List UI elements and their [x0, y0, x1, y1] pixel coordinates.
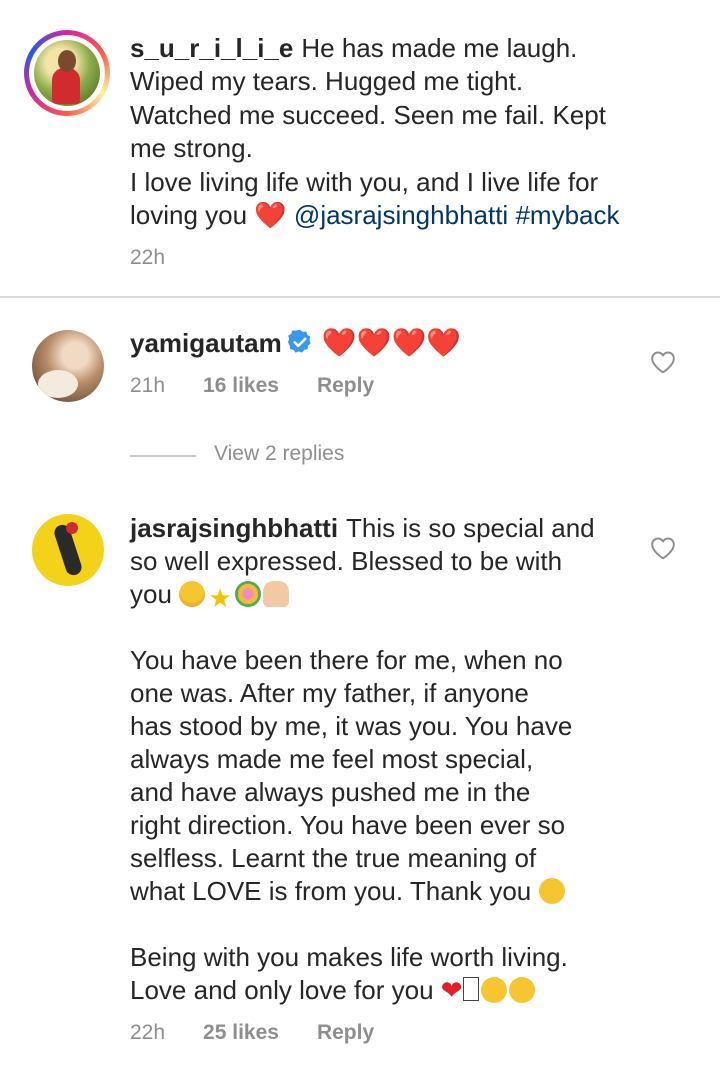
star-emoji: ★ [208, 583, 232, 613]
comment-line: Being with you makes life worth living. [130, 942, 568, 972]
comment-line: selfless. Learnt the true meaning of [130, 843, 537, 873]
avatar[interactable] [32, 514, 104, 586]
folded-hands-emoji [263, 581, 290, 607]
star-struck-emoji [480, 977, 507, 1003]
caption-line: Watched me succeed. Seen me fail. Kept [130, 100, 606, 130]
caption-line: Wiped my tears. Hugged me tight. [130, 66, 524, 96]
caption-line: loving you ❤️ @jasrajsinghbhatti #myback [130, 200, 620, 230]
likes-count[interactable]: 16 likes [203, 374, 279, 397]
caption-timestamp: 22h [130, 246, 166, 269]
verified-badge-icon [287, 329, 311, 353]
comment-username[interactable]: jasrajsinghbhatti [130, 513, 338, 543]
smiling-halo-emoji [179, 581, 206, 607]
comment-line: so well expressed. Blessed to be with [130, 546, 563, 576]
avatar[interactable] [32, 330, 104, 402]
comment-meta: 21h 16 likes Reply [130, 374, 412, 398]
comment-timestamp: 22h [130, 1021, 166, 1044]
reply-button[interactable]: Reply [317, 374, 374, 397]
reply-button[interactable]: Reply [317, 1021, 374, 1044]
heart-emoji: ❤ [440, 975, 463, 1005]
comment-line: jasrajsinghbhatti This is so special and [130, 513, 595, 543]
comment-text: ❤️❤️❤️❤️ [321, 327, 462, 358]
comment-line: and have always pushed me in the [130, 777, 531, 807]
comment-meta: 22h 25 likes Reply [130, 1021, 412, 1045]
comment-line: what LOVE is from you. Thank you [130, 875, 567, 908]
comment-line: right direction. You have been ever so [130, 810, 566, 840]
kissing-face-emoji [538, 878, 565, 904]
caption-line: I love living life with you, and I live … [130, 167, 599, 197]
caption-username[interactable]: s_u_r_i_l_i_e [130, 33, 293, 63]
comment-line: You have been there for me, when no [130, 645, 563, 675]
heart-outline-icon[interactable] [650, 350, 676, 374]
view-replies-button[interactable]: View 2 replies [214, 442, 344, 466]
hugging-face-emoji [508, 977, 535, 1003]
caption-line: s_u_r_i_l_i_e He has made me laugh. [130, 33, 578, 63]
replies-divider [130, 455, 196, 457]
comment-line: you ★ [130, 578, 291, 611]
heart-emoji: ❤️ [254, 200, 287, 230]
comment-line: yamigautam ❤️❤️❤️❤️ [130, 326, 461, 360]
comment-timestamp: 21h [130, 374, 166, 397]
avatar[interactable] [34, 40, 100, 106]
likes-count[interactable]: 25 likes [203, 1021, 279, 1044]
bouquet-emoji [235, 581, 262, 607]
mention-link[interactable]: @jasrajsinghbhatti [294, 200, 508, 230]
post-caption: s_u_r_i_l_i_e He has made me laugh. Wiped… [0, 0, 720, 296]
comment-line: always made me feel most special, [130, 744, 534, 774]
comment-line: one was. After my father, if anyone [130, 678, 529, 708]
comment-username[interactable]: yamigautam [130, 328, 282, 358]
comment-line: Love and only love for you ❤ [130, 974, 537, 1007]
hashtag-link[interactable]: #myback [515, 200, 619, 230]
divider [0, 296, 720, 298]
comment-line: has stood by me, it was you. You have [130, 711, 573, 741]
caption-line: me strong. [130, 133, 253, 163]
unknown-glyph [462, 977, 479, 1001]
heart-outline-icon[interactable] [650, 536, 676, 560]
